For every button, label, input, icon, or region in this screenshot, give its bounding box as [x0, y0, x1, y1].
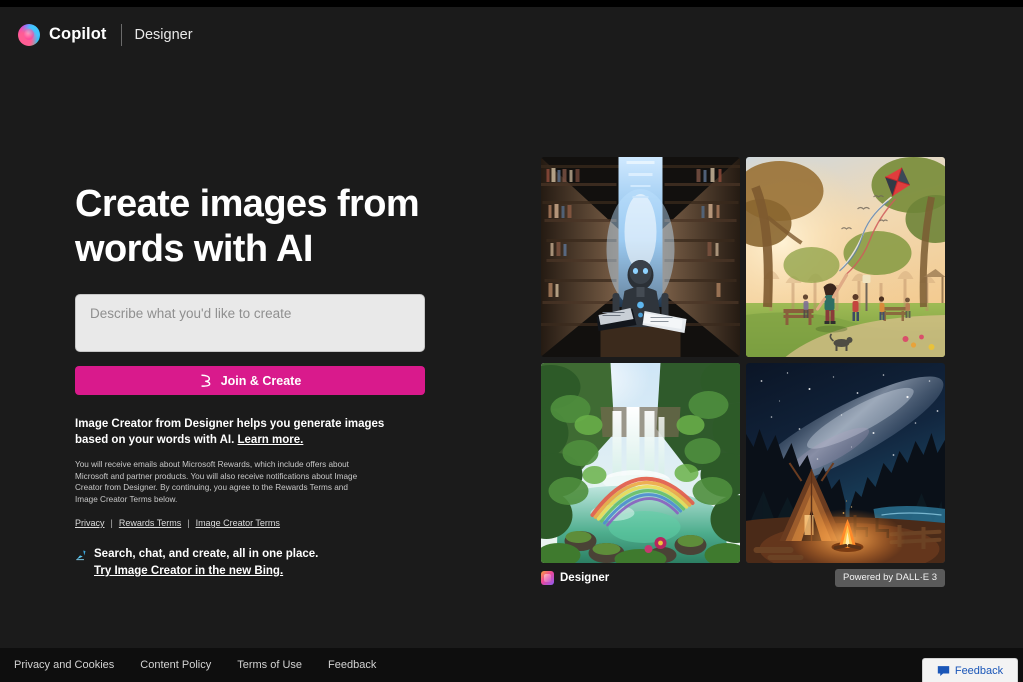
tile-waterfall-rainbow[interactable] [541, 363, 740, 563]
tile-library-robot-image [541, 157, 740, 357]
powered-by-badge: Powered by DALL·E 3 [835, 569, 945, 587]
brand-name: Copilot [49, 25, 107, 43]
sample-image-gallery [541, 157, 945, 563]
brand-lockup[interactable]: Copilot Designer [18, 23, 193, 46]
privacy-link[interactable]: Privacy [75, 518, 105, 528]
tile-kite-park-image [746, 157, 945, 357]
bing-promo-line1: Search, chat, and create, all in one pla… [94, 548, 319, 560]
brand-divider [120, 23, 122, 46]
gallery-footer: Designer Powered by DALL·E 3 [541, 569, 945, 587]
top-black-strip [0, 0, 1023, 7]
designer-mark: Designer [541, 571, 609, 585]
footer-link-feedback[interactable]: Feedback [328, 659, 376, 671]
terms-links-row: Privacy | Rewards Terms | Image Creator … [75, 518, 427, 528]
image-creator-terms-link[interactable]: Image Creator Terms [196, 518, 280, 528]
tile-campfire-night[interactable] [746, 363, 945, 563]
tile-library-robot[interactable] [541, 157, 740, 357]
value-prop-text: Image Creator from Designer helps you ge… [75, 417, 415, 448]
prompt-input[interactable] [75, 294, 425, 352]
bing-promo[interactable]: Search, chat, and create, all in one pla… [75, 546, 427, 580]
page-title: Create images from words with AI [75, 183, 420, 270]
page-footer: Privacy and Cookies Content Policy Terms… [0, 648, 1023, 682]
footer-link-terms-of-use[interactable]: Terms of Use [237, 659, 302, 671]
feedback-widget-label: Feedback [954, 664, 1004, 677]
feedback-widget[interactable]: Feedback [922, 658, 1018, 682]
sub-brand-name: Designer [134, 26, 193, 43]
bing-logo-icon [76, 550, 86, 561]
speech-bubble-icon [937, 665, 950, 676]
legal-fineprint: You will receive emails about Microsoft … [75, 460, 358, 504]
footer-link-privacy-and-cookies[interactable]: Privacy and Cookies [14, 659, 114, 671]
footer-link-content-policy[interactable]: Content Policy [140, 659, 211, 671]
brush-icon [201, 374, 211, 387]
designer-logo-icon [541, 571, 554, 585]
rewards-terms-link[interactable]: Rewards Terms [119, 518, 181, 528]
terms-separator-1: | [110, 518, 113, 528]
learn-more-link[interactable]: Learn more. [238, 434, 304, 446]
tile-campfire-night-image [746, 363, 945, 563]
terms-separator-2: | [187, 518, 190, 528]
join-and-create-button[interactable]: Join & Create [75, 366, 425, 395]
page-root: Copilot Designer Create images from word… [0, 0, 1023, 682]
copilot-logo-icon [18, 23, 40, 46]
designer-label: Designer [560, 572, 610, 584]
bing-promo-link[interactable]: Try Image Creator in the new Bing. [94, 565, 283, 577]
app-header: Copilot Designer [0, 7, 1023, 62]
value-prop-sentence: Image Creator from Designer helps you ge… [75, 418, 385, 446]
hero-column: Create images from words with AI Join & … [75, 182, 427, 580]
bing-promo-text: Search, chat, and create, all in one pla… [94, 546, 318, 580]
tile-kite-park[interactable] [746, 157, 945, 357]
join-and-create-label: Join & Create [220, 373, 302, 388]
tile-waterfall-rainbow-image [541, 363, 740, 563]
